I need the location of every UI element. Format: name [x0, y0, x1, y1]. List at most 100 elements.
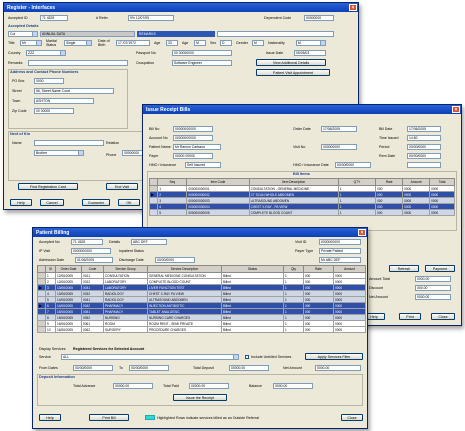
- age-field[interactable]: 33: [166, 40, 178, 46]
- hmo-date-field[interactable]: 00/00/0000: [335, 162, 371, 168]
- patient-label: Patient Name: [149, 145, 171, 149]
- age2-field[interactable]: M: [194, 40, 206, 46]
- close-button[interactable]: Close: [341, 414, 363, 421]
- table-row[interactable]: 5 000000000005 COMPLETE BLOOD COUNT 1 000 000…: [148, 209, 455, 216]
- find-registration-button[interactable]: Find Registration Card: [18, 183, 78, 190]
- help-button[interactable]: Help: [10, 199, 32, 206]
- rem-field[interactable]: 00/00/0000: [407, 153, 441, 159]
- table-header[interactable]: Item Description: [248, 178, 339, 186]
- occupation-field[interactable]: Software Engineer: [172, 60, 232, 66]
- table-header[interactable]: QTY: [337, 178, 377, 186]
- close-button[interactable]: Close: [431, 313, 455, 320]
- end-visit-button[interactable]: End Visit: [106, 183, 138, 190]
- print-button[interactable]: Print: [399, 313, 421, 320]
- title-field[interactable]: Mr: [20, 40, 42, 46]
- paid-field[interactable]: 00000.00: [189, 383, 229, 389]
- service-field[interactable]: ALL: [61, 354, 239, 360]
- dob-field[interactable]: 17 /07/1972: [116, 40, 150, 46]
- relation-label: Relation: [106, 141, 120, 145]
- nationality-field[interactable]: M: [296, 40, 326, 46]
- time-field[interactable]: 14:50: [407, 135, 441, 141]
- passport-field[interactable]: 00 00000000: [172, 50, 232, 56]
- table-row[interactable]: 10 16/06/2005 0062 SURGERY PROCEDURE CHARGES…: [37, 326, 366, 333]
- visit-no-field[interactable]: 000000000: [321, 144, 357, 150]
- cancel-button[interactable]: Cancel: [40, 199, 64, 206]
- amount-total-field[interactable]: 0000.00: [415, 276, 451, 282]
- table-header[interactable]: Service Description: [147, 265, 222, 273]
- admission-field[interactable]: 01/06/2005: [75, 257, 113, 263]
- issue-receipt-button[interactable]: Issue the Receipt: [173, 394, 227, 401]
- remarks-field[interactable]: [28, 60, 128, 66]
- table-header[interactable]: Service Group: [103, 265, 148, 273]
- discount-field[interactable]: 000.00: [415, 285, 451, 291]
- patient-field[interactable]: Mr Ramon Carlsson: [173, 144, 221, 150]
- table-header[interactable]: Rate: [303, 265, 334, 273]
- hmo-date-field-2[interactable]: [407, 162, 441, 168]
- issue-field[interactable]: 05/05/03: [294, 50, 326, 56]
- account-field[interactable]: 00000000000: [173, 135, 213, 141]
- visit-field[interactable]: 0000000000: [71, 248, 111, 254]
- payer-type-field[interactable]: Private Patient: [319, 248, 361, 254]
- table-header[interactable]: Status: [221, 265, 284, 273]
- table-header[interactable]: Order Date: [55, 265, 82, 273]
- net-amount-field[interactable]: 0000.00: [415, 294, 451, 300]
- name-extra[interactable]: [217, 31, 334, 37]
- ok-button[interactable]: OK: [118, 199, 140, 206]
- table-header[interactable]: Amount: [402, 178, 431, 186]
- display-value: Registered Services for Selected Account: [73, 347, 145, 351]
- refresh-button[interactable]: Refresh: [389, 265, 419, 272]
- bill-no-field[interactable]: 00000000000: [173, 126, 213, 132]
- table-header[interactable]: Amount: [333, 265, 366, 273]
- name-field[interactable]: Col: [8, 31, 38, 37]
- kin-name-field[interactable]: [34, 140, 104, 146]
- close-icon[interactable]: ×: [349, 4, 357, 11]
- accepted-label: Accepted No: [39, 240, 60, 244]
- sex-field[interactable]: D: [220, 40, 232, 46]
- accepted-field[interactable]: 71 4525: [71, 239, 103, 245]
- town-field[interactable]: ASHTON: [34, 98, 94, 104]
- guarantor-button[interactable]: Guarantor: [82, 199, 110, 206]
- patient-name-field[interactable]: Mr ABC DEF: [319, 257, 361, 263]
- country-field[interactable]: ZZZ: [26, 50, 66, 56]
- episode-field[interactable]: 0000000000: [319, 239, 361, 245]
- close-icon[interactable]: ×: [358, 229, 366, 236]
- gender-field[interactable]: M: [252, 40, 264, 46]
- view-additional-button[interactable]: View Additional Details: [256, 59, 326, 66]
- table-header[interactable]: Rate: [375, 178, 404, 186]
- relation-field[interactable]: Brother: [34, 150, 84, 156]
- balance-field[interactable]: 0000.00: [273, 383, 313, 389]
- to-field[interactable]: 00/00/0000: [129, 365, 169, 371]
- discharge-field[interactable]: 00/00/0000: [155, 257, 195, 263]
- patient-visit-button[interactable]: Patient Visit Appointment: [256, 69, 330, 76]
- table-header[interactable]: Sl: [45, 265, 56, 273]
- ref-field[interactable]: 9% 12/07/05: [128, 15, 174, 21]
- table-header[interactable]: Total: [429, 178, 455, 186]
- street-field[interactable]: 56, Street Name Court: [34, 88, 114, 94]
- accepted-field[interactable]: 71 4525: [40, 15, 68, 21]
- address-group-title: Address and Contact Phone Numbers: [10, 70, 79, 74]
- order-date-field[interactable]: 17/06/2005: [321, 126, 357, 132]
- payment-button[interactable]: Payment: [425, 265, 455, 272]
- table-header[interactable]: Item Code: [186, 178, 250, 186]
- provider-code-field[interactable]: 00000000: [304, 15, 334, 21]
- total-deposit-field[interactable]: 00000.00: [229, 365, 269, 371]
- payer-field[interactable]: 00000 00000: [173, 153, 213, 159]
- close-icon[interactable]: ×: [452, 106, 460, 113]
- bill-date-field[interactable]: 17/06/2005: [407, 126, 441, 132]
- postcode-field[interactable]: 00 00000: [34, 108, 74, 114]
- apply-filter-button[interactable]: Apply Services Filter: [305, 353, 363, 360]
- pobox-field[interactable]: 0000: [34, 78, 64, 84]
- advance-field[interactable]: 00000.00: [113, 383, 153, 389]
- table-header[interactable]: Seq: [157, 178, 188, 186]
- from-field[interactable]: 00/00/0000: [73, 365, 113, 371]
- net-amount-field[interactable]: 0000.00: [315, 365, 361, 371]
- hmo-field[interactable]: Self Insured: [185, 162, 221, 168]
- marital-field[interactable]: Single: [64, 40, 92, 46]
- include-unbilled-checkbox[interactable]: [245, 355, 249, 359]
- period-field[interactable]: 00/00/0000: [407, 144, 441, 150]
- details-field[interactable]: ABC DEF: [131, 239, 167, 245]
- help-button[interactable]: Help: [39, 414, 61, 421]
- print-bill-button[interactable]: Print Bill: [89, 414, 129, 421]
- table-header[interactable]: Qty: [283, 265, 304, 273]
- table-header[interactable]: Code: [81, 265, 104, 273]
